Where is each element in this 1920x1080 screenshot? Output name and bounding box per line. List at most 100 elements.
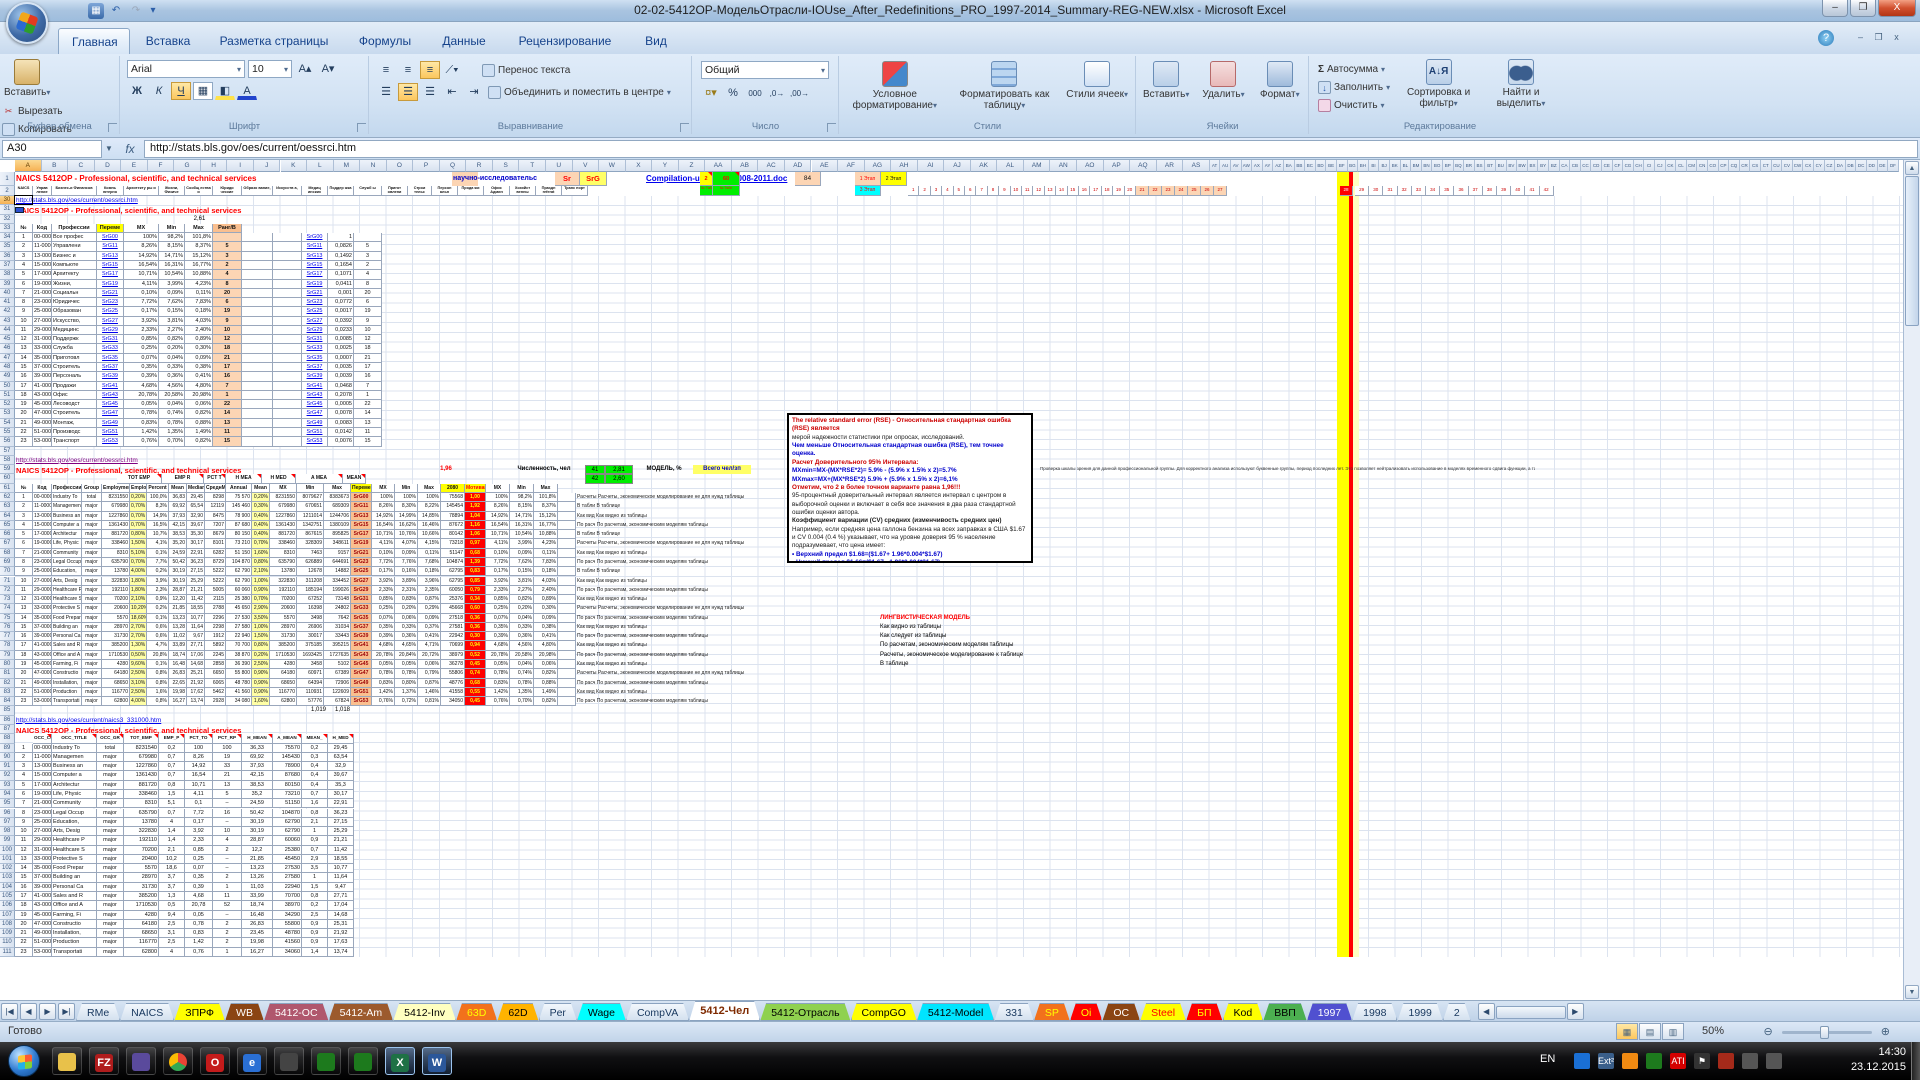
column-header-AO[interactable]: AO [1077,160,1104,172]
row-header-71[interactable]: 71 [0,577,15,586]
cell[interactable]: 68650 [124,929,159,938]
cell[interactable]: major [97,929,124,938]
cell[interactable]: 25380 [273,846,302,855]
cell[interactable]: 53-0000 [33,697,52,706]
cell[interactable]: SrG25 [302,307,328,316]
cell[interactable]: 35-0000 [33,614,52,623]
cell[interactable]: 0,05% [372,660,395,669]
t1-header[interactable]: Переме [97,224,124,233]
cell[interactable]: 5222 [205,567,226,576]
cell[interactable]: 145 460 [226,502,252,511]
cell[interactable]: 0,2 [302,901,328,910]
cell[interactable]: 679980 [270,502,297,511]
page-layout-view-icon[interactable]: ▤ [1639,1023,1661,1040]
cell[interactable]: 0,83% [124,419,159,428]
cell[interactable]: 0,39% [372,632,395,641]
t1-header[interactable]: Min [159,224,185,233]
cell[interactable]: major [97,762,124,771]
column-header-AR[interactable]: AR [1157,160,1184,172]
row-header-102[interactable]: 102 [0,864,15,873]
t2-header[interactable]: Код [33,484,52,493]
cell[interactable]: 34050 [441,697,465,706]
sheet-tab-5412-Inv[interactable]: 5412-Inv [393,1003,456,1021]
cell[interactable]: 0,0772 [328,298,354,307]
radmin2-icon[interactable] [348,1047,378,1075]
cell[interactable]: 3,89% [395,577,418,586]
cell[interactable]: 9 [213,317,242,326]
row2-number[interactable]: 41 [1525,186,1539,196]
cell[interactable]: 15 [354,437,382,446]
cell[interactable]: 8231540 [124,744,159,753]
percent-icon[interactable]: % [723,84,743,102]
cell[interactable]: 13 [213,419,242,428]
t2-header[interactable]: Employ [130,484,147,493]
alignment-dialog-launcher[interactable] [680,123,689,132]
t3-header[interactable]: PCT_TO [185,734,213,743]
cell[interactable]: 8,15% [159,242,185,251]
prev-sheet-icon[interactable]: ◀ [20,1003,37,1020]
cell[interactable]: 8 [15,298,33,307]
cell[interactable]: Computer a [52,771,97,780]
cell[interactable]: Transportati [52,948,97,957]
cell[interactable]: 12678 [297,567,324,576]
cell[interactable]: 13780 [124,818,159,827]
column-header-CZ[interactable]: CZ [1825,160,1836,172]
cell[interactable]: Installation, [52,679,82,688]
decrease-indent-icon[interactable]: ⇤ [442,83,462,101]
cell[interactable]: 0,36% [395,632,418,641]
cell[interactable]: 5 [213,790,242,799]
cell[interactable]: 16 [213,372,242,381]
cell-2-61[interactable]: 2,61 [186,215,213,224]
cell[interactable]: 2 [15,502,33,511]
cell[interactable]: 25-0000 [33,818,52,827]
cell[interactable]: 21-0000 [33,289,52,298]
office-button[interactable] [6,2,48,44]
cell[interactable]: 37-0000 [33,623,52,632]
cell[interactable]: 0,9 [302,929,328,938]
cell[interactable]: 87 680 [226,521,252,530]
column-header-BH[interactable]: BH [1358,160,1369,172]
cell[interactable]: 0,82% [534,697,558,706]
cell[interactable]: Приготовл [52,354,97,363]
cell[interactable]: 6282 [205,549,226,558]
cell-1018[interactable]: 1,018 [326,706,350,715]
cell[interactable]: 0,70% [252,595,270,604]
cell[interactable] [558,549,576,558]
cell[interactable]: 0,05% [124,400,159,409]
cell[interactable]: 5,10% [130,549,147,558]
cell[interactable]: 7207 [205,521,226,530]
cell[interactable]: 8,3% [147,502,169,511]
cell[interactable]: 31-0000 [33,335,52,344]
cell[interactable]: 7,72 [185,809,213,818]
cell[interactable]: 0,1492 [328,252,354,261]
cell[interactable]: 0,76% [124,437,159,446]
cell[interactable] [273,344,302,353]
cell[interactable]: 29,45 [328,744,354,753]
row2-number[interactable]: 7 [976,186,987,196]
cell[interactable] [242,409,273,418]
cell[interactable]: 348611 [324,539,351,548]
row1-title[interactable]: NAICS 5412OP - Professional, scientific,… [15,172,452,186]
cell[interactable]: Industry To [52,493,82,502]
cell[interactable]: Образован [52,307,97,316]
column-header-S[interactable]: S [493,160,520,172]
cell[interactable]: 10,71% [486,530,510,539]
cell[interactable] [242,354,273,363]
column-header-AU[interactable]: AU [1220,160,1231,172]
cell[interactable]: 16 [15,632,33,641]
column-header-BS[interactable]: BS [1475,160,1486,172]
cell[interactable]: Как вид Как видно из таблицы [576,577,936,586]
row-header-39[interactable]: 39 [0,280,15,289]
cell[interactable]: 13,74 [328,948,354,957]
cell[interactable]: 0,83% [395,595,418,604]
row2-number[interactable]: 26 [1201,186,1214,196]
column-header-M[interactable]: M [334,160,361,172]
cell[interactable]: SrG23 [302,298,328,307]
cell[interactable]: major [97,901,124,910]
sheet-tab-1997[interactable]: 1997 [1307,1003,1352,1021]
column-header-E[interactable]: E [121,160,148,172]
cell[interactable]: 322830 [124,827,159,836]
insert-cells-button[interactable]: Вставить▾ [1138,58,1194,100]
horizontal-scroll-thumb[interactable] [1496,1006,1566,1019]
column-header-CV[interactable]: CV [1782,160,1793,172]
